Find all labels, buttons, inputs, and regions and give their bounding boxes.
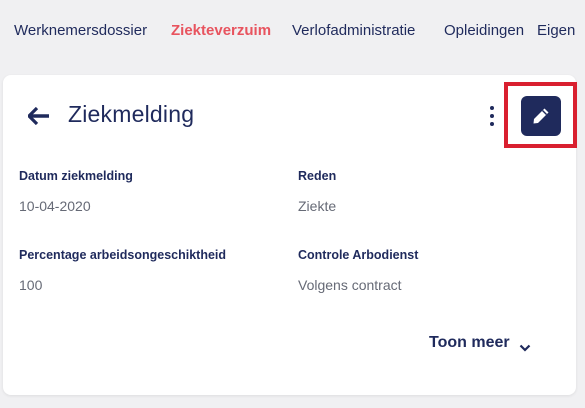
pencil-icon [533, 108, 549, 124]
tab-verlofadministratie[interactable]: Verlofadministratie [292, 22, 415, 39]
arrow-left-icon[interactable] [26, 106, 50, 126]
field-value-datum-ziekmelding: 10-04-2020 [19, 198, 91, 214]
card-title: Ziekmelding [68, 101, 195, 127]
field-value-controle-arbodienst: Volgens contract [298, 277, 402, 293]
chevron-down-icon[interactable] [519, 339, 531, 352]
field-label-percentage: Percentage arbeidsongeschiktheid [19, 248, 227, 262]
field-label-datum-ziekmelding: Datum ziekmelding [19, 169, 133, 183]
tab-ziekteverzuim[interactable]: Ziekteverzuim [171, 22, 271, 39]
toon-meer-button[interactable]: Toon meer [429, 334, 510, 352]
field-value-reden: Ziekte [298, 198, 337, 214]
field-label-controle-arbodienst: Controle Arbodienst [298, 248, 419, 262]
field-value-percentage: 100 [19, 277, 43, 293]
tab-opleidingen[interactable]: Opleidingen [444, 22, 524, 39]
field-label-reden: Reden [298, 169, 337, 183]
kebab-menu-icon[interactable] [486, 104, 498, 128]
edit-button[interactable] [521, 96, 561, 136]
tab-werknemersdossier[interactable]: Werknemersdossier [14, 22, 147, 39]
top-navigation: Werknemersdossier Ziekteverzuim Verlofad… [0, 0, 585, 62]
tab-eigen[interactable]: Eigen [537, 22, 575, 39]
